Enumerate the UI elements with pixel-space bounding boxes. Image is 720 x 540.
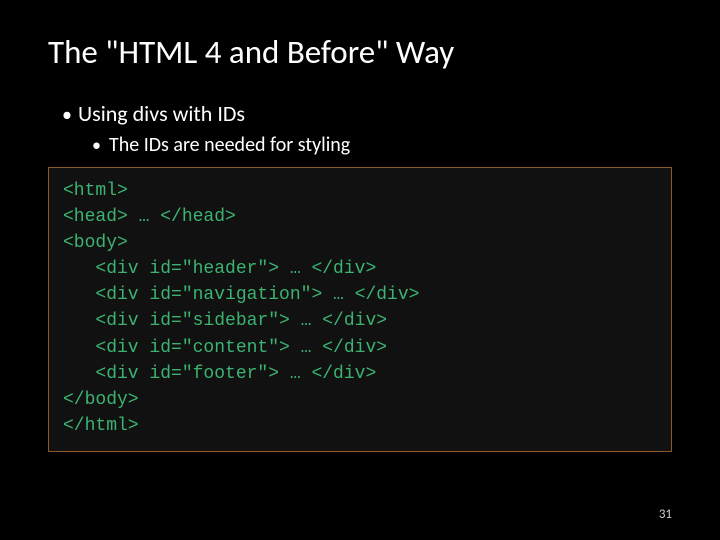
code-line: </html> (63, 416, 139, 436)
code-line: <div id="content"> … </div> (63, 338, 387, 358)
bullet-text: The IDs are needed for styling (109, 133, 350, 157)
code-line: <div id="footer"> … </div> (63, 364, 376, 384)
bullet-level-1: Using divs with IDs (62, 100, 672, 127)
bullet-list: Using divs with IDs The IDs are needed f… (48, 100, 672, 157)
slide-title: The "HTML 4 and Before" Way (48, 32, 672, 72)
page-number: 31 (659, 507, 672, 522)
slide: The "HTML 4 and Before" Way Using divs w… (0, 0, 720, 452)
code-line: <head> … </head> (63, 207, 236, 227)
code-line: <body> (63, 233, 128, 253)
code-block: <html> <head> … </head> <body> <div id="… (48, 167, 672, 452)
code-line: <div id="header"> … </div> (63, 259, 376, 279)
code-line: <html> (63, 181, 128, 201)
bullet-level-2: The IDs are needed for styling (92, 133, 672, 157)
code-line: </body> (63, 390, 139, 410)
code-line: <div id="sidebar"> … </div> (63, 311, 387, 331)
bullet-text: Using divs with IDs (78, 100, 245, 127)
code-line: <div id="navigation"> … </div> (63, 285, 419, 305)
